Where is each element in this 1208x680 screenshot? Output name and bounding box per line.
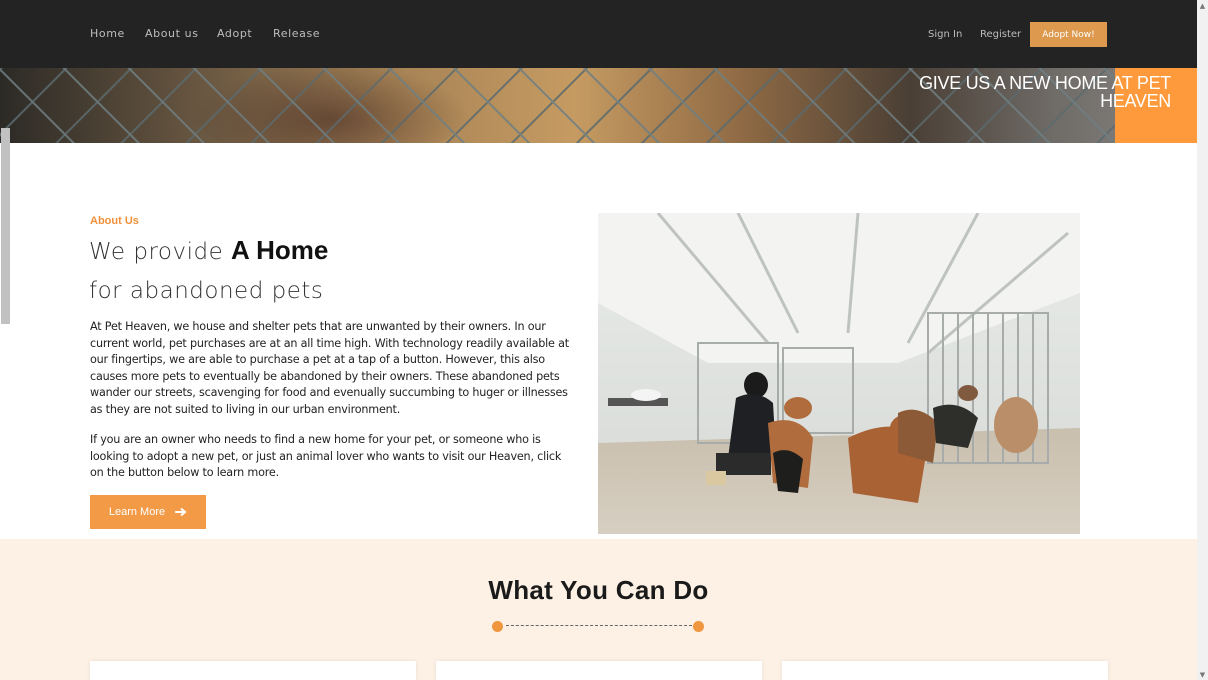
nav-link-home[interactable]: Home [90, 27, 125, 40]
scroll-up-icon[interactable]: ▲ [1197, 0, 1208, 11]
feature-card[interactable] [436, 661, 762, 680]
adopt-now-button[interactable]: Adopt Now! [1030, 22, 1107, 47]
top-navbar: Home About us Adopt Release Sign In Regi… [0, 0, 1197, 68]
shelter-photo [598, 213, 1080, 534]
hero-banner: GIVE US A NEW HOME AT PET HEAVEN [0, 68, 1197, 143]
about-kicker: About Us [90, 215, 139, 227]
feature-card[interactable] [782, 661, 1108, 680]
feature-card[interactable] [90, 661, 416, 680]
section-title: What You Can Do [488, 575, 709, 605]
nav-link-adopt[interactable]: Adopt [217, 27, 252, 40]
hero-tagline-line-2: HEAVEN [1100, 91, 1171, 111]
arrow-right-icon [175, 507, 187, 517]
scrollbar-thumb[interactable] [1, 128, 10, 324]
nav-link-release[interactable]: Release [273, 27, 320, 40]
divider-dot-left [492, 621, 503, 632]
dashed-divider [506, 625, 692, 626]
about-paragraph-2: If you are an owner who needs to find a … [90, 433, 562, 479]
hero-tagline: GIVE US A NEW HOME AT PET HEAVEN [871, 74, 1171, 110]
learn-more-button[interactable]: Learn More [90, 495, 206, 529]
heading-light-text: We provide [89, 239, 232, 265]
sign-in-link[interactable]: Sign In [928, 29, 962, 40]
about-heading: We provide A Home for abandoned pets [89, 232, 328, 310]
vertical-scrollbar[interactable]: ▲ ▼ [1197, 0, 1208, 680]
register-link[interactable]: Register [980, 29, 1021, 40]
about-paragraph-1: At Pet Heaven, we house and shelter pets… [90, 320, 569, 416]
heading-bold-text: A Home [231, 235, 329, 265]
learn-more-label: Learn More [108, 506, 166, 518]
nav-link-about[interactable]: About us [145, 27, 199, 40]
divider-dot-right [693, 621, 704, 632]
what-you-can-do-section [0, 539, 1197, 680]
scroll-down-icon[interactable]: ▼ [1197, 669, 1208, 680]
hero-tagline-line-1: GIVE US A NEW HOME AT PET [919, 73, 1171, 93]
heading-light-text-2: for abandoned pets [89, 278, 324, 304]
